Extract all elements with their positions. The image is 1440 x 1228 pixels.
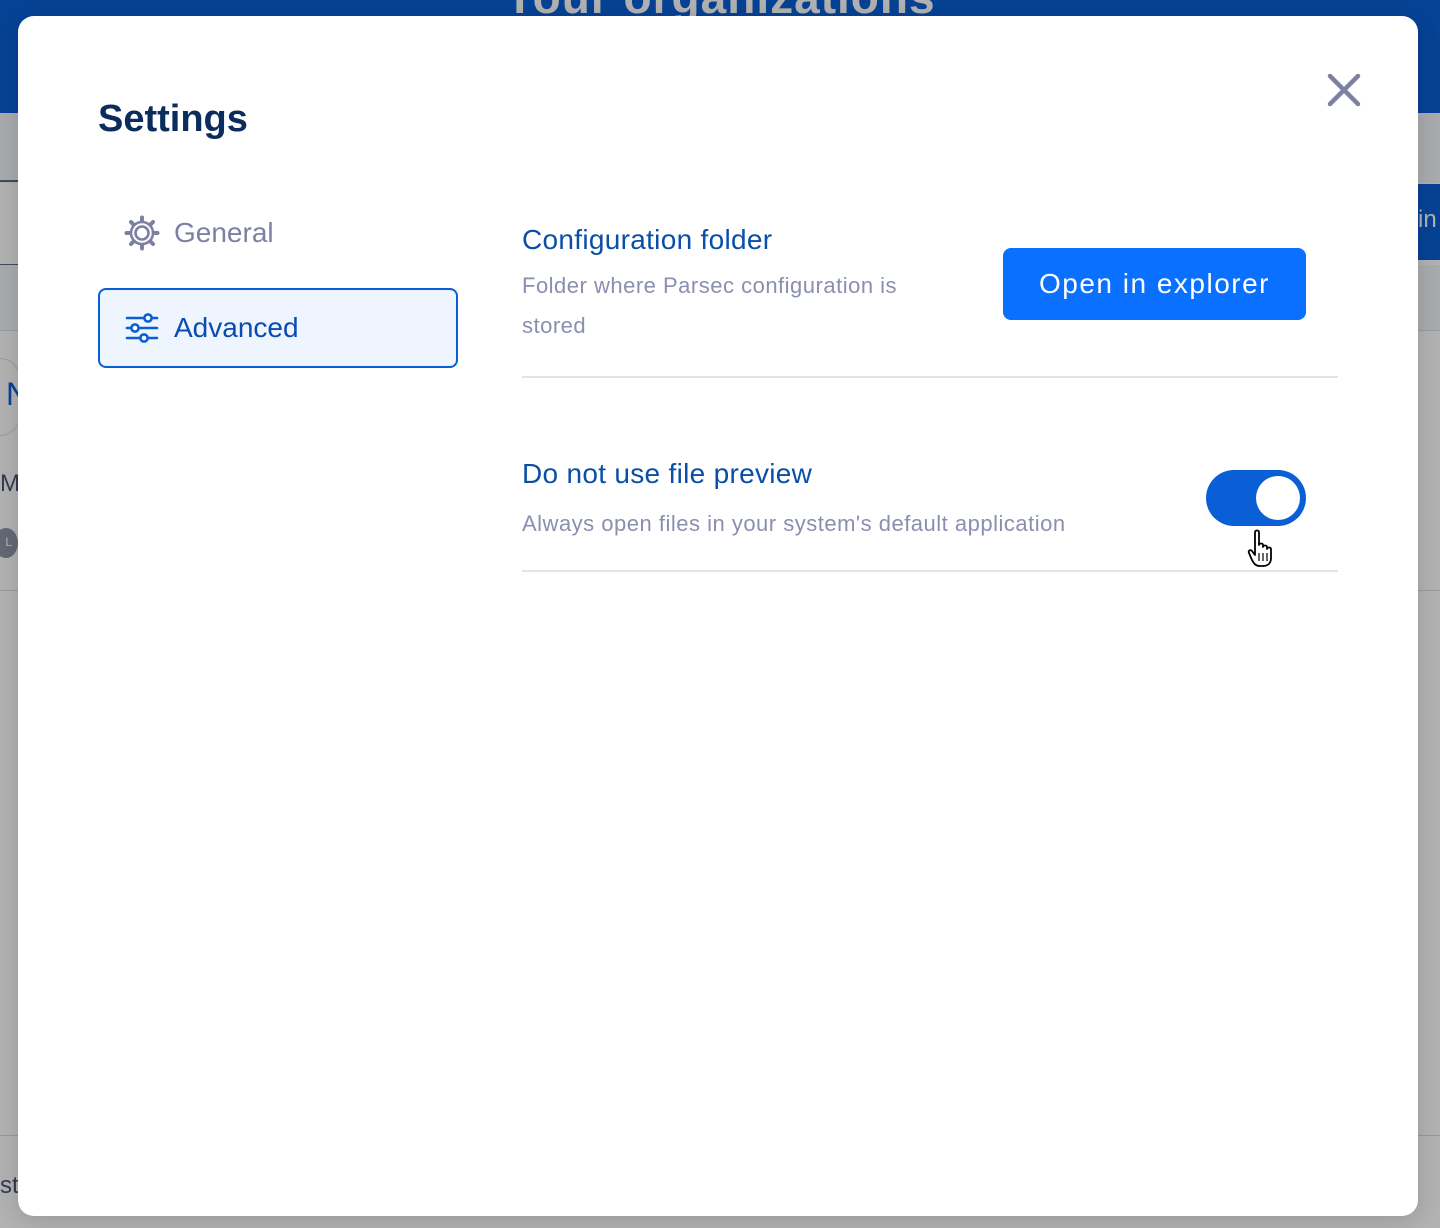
sidebar-item-advanced[interactable]: Advanced (98, 288, 458, 368)
toggle-knob (1256, 476, 1300, 520)
sidebar-item-label: Advanced (174, 312, 299, 343)
gear-icon (122, 213, 162, 253)
settings-modal: Settings General Advanced Configuration … (18, 16, 1418, 1216)
close-icon (1327, 73, 1361, 107)
sidebar-item-label: General (174, 217, 274, 248)
sliders-icon (122, 308, 162, 348)
sidebar-item-general[interactable]: General (98, 193, 458, 273)
close-button[interactable] (1320, 66, 1368, 114)
file-preview-toggle[interactable] (1206, 470, 1306, 526)
open-in-explorer-button[interactable]: Open in explorer (1003, 248, 1306, 320)
setting-description: Folder where Parsec configuration is sto… (522, 273, 898, 338)
modal-title: Settings (98, 98, 248, 140)
